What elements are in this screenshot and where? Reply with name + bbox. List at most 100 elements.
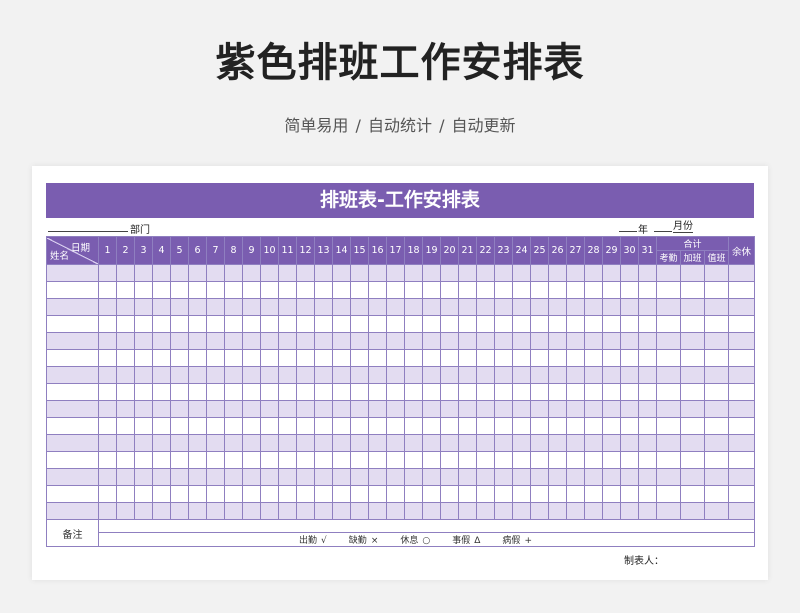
schedule-cell[interactable] — [404, 383, 423, 401]
schedule-cell[interactable] — [584, 400, 603, 418]
schedule-cell[interactable] — [260, 383, 279, 401]
schedule-cell[interactable] — [476, 502, 495, 520]
schedule-cell[interactable] — [134, 400, 153, 418]
schedule-cell[interactable] — [206, 315, 225, 333]
schedule-cell[interactable] — [703, 434, 730, 452]
schedule-cell[interactable] — [656, 264, 681, 282]
schedule-cell[interactable] — [638, 315, 657, 333]
year-input[interactable] — [619, 221, 637, 232]
schedule-cell[interactable] — [188, 281, 207, 299]
schedule-cell[interactable] — [494, 315, 513, 333]
schedule-cell[interactable] — [530, 366, 549, 384]
schedule-cell[interactable] — [440, 485, 459, 503]
schedule-cell[interactable] — [422, 502, 441, 520]
schedule-cell[interactable] — [260, 332, 279, 350]
schedule-cell[interactable] — [260, 417, 279, 435]
schedule-cell[interactable] — [620, 349, 639, 367]
schedule-cell[interactable] — [368, 315, 387, 333]
schedule-cell[interactable] — [602, 298, 621, 316]
schedule-cell[interactable] — [386, 315, 405, 333]
schedule-cell[interactable] — [260, 366, 279, 384]
schedule-cell[interactable] — [512, 417, 531, 435]
schedule-cell[interactable] — [530, 298, 549, 316]
schedule-cell[interactable] — [350, 315, 369, 333]
schedule-cell[interactable] — [314, 298, 333, 316]
schedule-cell[interactable] — [703, 417, 730, 435]
schedule-cell[interactable] — [566, 400, 585, 418]
schedule-cell[interactable] — [350, 468, 369, 486]
schedule-cell[interactable] — [548, 485, 567, 503]
schedule-cell[interactable] — [566, 417, 585, 435]
schedule-cell[interactable] — [728, 400, 756, 418]
schedule-cell[interactable] — [566, 434, 585, 452]
schedule-cell[interactable] — [134, 468, 153, 486]
schedule-cell[interactable] — [584, 264, 603, 282]
schedule-cell[interactable] — [260, 451, 279, 469]
schedule-cell[interactable] — [548, 349, 567, 367]
schedule-cell[interactable] — [260, 349, 279, 367]
schedule-cell[interactable] — [242, 264, 261, 282]
schedule-cell[interactable] — [152, 349, 171, 367]
schedule-cell[interactable] — [458, 451, 477, 469]
schedule-cell[interactable] — [242, 417, 261, 435]
schedule-cell[interactable] — [656, 281, 681, 299]
schedule-cell[interactable] — [602, 451, 621, 469]
schedule-cell[interactable] — [548, 281, 567, 299]
schedule-cell[interactable] — [548, 468, 567, 486]
schedule-cell[interactable] — [152, 264, 171, 282]
schedule-cell[interactable] — [548, 451, 567, 469]
schedule-cell[interactable] — [548, 434, 567, 452]
schedule-cell[interactable] — [98, 366, 117, 384]
schedule-cell[interactable] — [440, 383, 459, 401]
schedule-cell[interactable] — [602, 400, 621, 418]
schedule-cell[interactable] — [206, 281, 225, 299]
schedule-cell[interactable] — [152, 468, 171, 486]
schedule-cell[interactable] — [98, 502, 117, 520]
schedule-cell[interactable] — [703, 485, 730, 503]
schedule-cell[interactable] — [620, 366, 639, 384]
schedule-cell[interactable] — [206, 264, 225, 282]
schedule-cell[interactable] — [404, 485, 423, 503]
schedule-cell[interactable] — [98, 468, 117, 486]
schedule-cell[interactable] — [368, 383, 387, 401]
schedule-cell[interactable] — [170, 400, 189, 418]
schedule-cell[interactable] — [494, 264, 513, 282]
schedule-cell[interactable] — [566, 451, 585, 469]
schedule-cell[interactable] — [152, 400, 171, 418]
schedule-cell[interactable] — [620, 383, 639, 401]
schedule-cell[interactable] — [404, 434, 423, 452]
schedule-cell[interactable] — [638, 366, 657, 384]
schedule-cell[interactable] — [512, 349, 531, 367]
schedule-cell[interactable] — [296, 298, 315, 316]
schedule-cell[interactable] — [296, 451, 315, 469]
schedule-cell[interactable] — [728, 451, 756, 469]
schedule-cell[interactable] — [530, 315, 549, 333]
schedule-cell[interactable] — [638, 332, 657, 350]
schedule-cell[interactable] — [116, 298, 135, 316]
schedule-cell[interactable] — [602, 417, 621, 435]
schedule-cell[interactable] — [494, 332, 513, 350]
schedule-cell[interactable] — [680, 349, 705, 367]
schedule-cell[interactable] — [404, 366, 423, 384]
schedule-cell[interactable] — [638, 451, 657, 469]
schedule-cell[interactable] — [152, 451, 171, 469]
schedule-cell[interactable] — [260, 298, 279, 316]
name-cell[interactable] — [46, 502, 99, 520]
name-cell[interactable] — [46, 281, 99, 299]
schedule-cell[interactable] — [512, 264, 531, 282]
schedule-cell[interactable] — [314, 451, 333, 469]
schedule-cell[interactable] — [206, 485, 225, 503]
schedule-cell[interactable] — [242, 451, 261, 469]
schedule-cell[interactable] — [170, 451, 189, 469]
schedule-cell[interactable] — [703, 264, 730, 282]
schedule-cell[interactable] — [188, 400, 207, 418]
schedule-cell[interactable] — [278, 468, 297, 486]
schedule-cell[interactable] — [224, 349, 243, 367]
schedule-cell[interactable] — [170, 332, 189, 350]
schedule-cell[interactable] — [188, 366, 207, 384]
schedule-cell[interactable] — [404, 349, 423, 367]
schedule-cell[interactable] — [152, 417, 171, 435]
schedule-cell[interactable] — [314, 349, 333, 367]
schedule-cell[interactable] — [584, 366, 603, 384]
schedule-cell[interactable] — [548, 366, 567, 384]
